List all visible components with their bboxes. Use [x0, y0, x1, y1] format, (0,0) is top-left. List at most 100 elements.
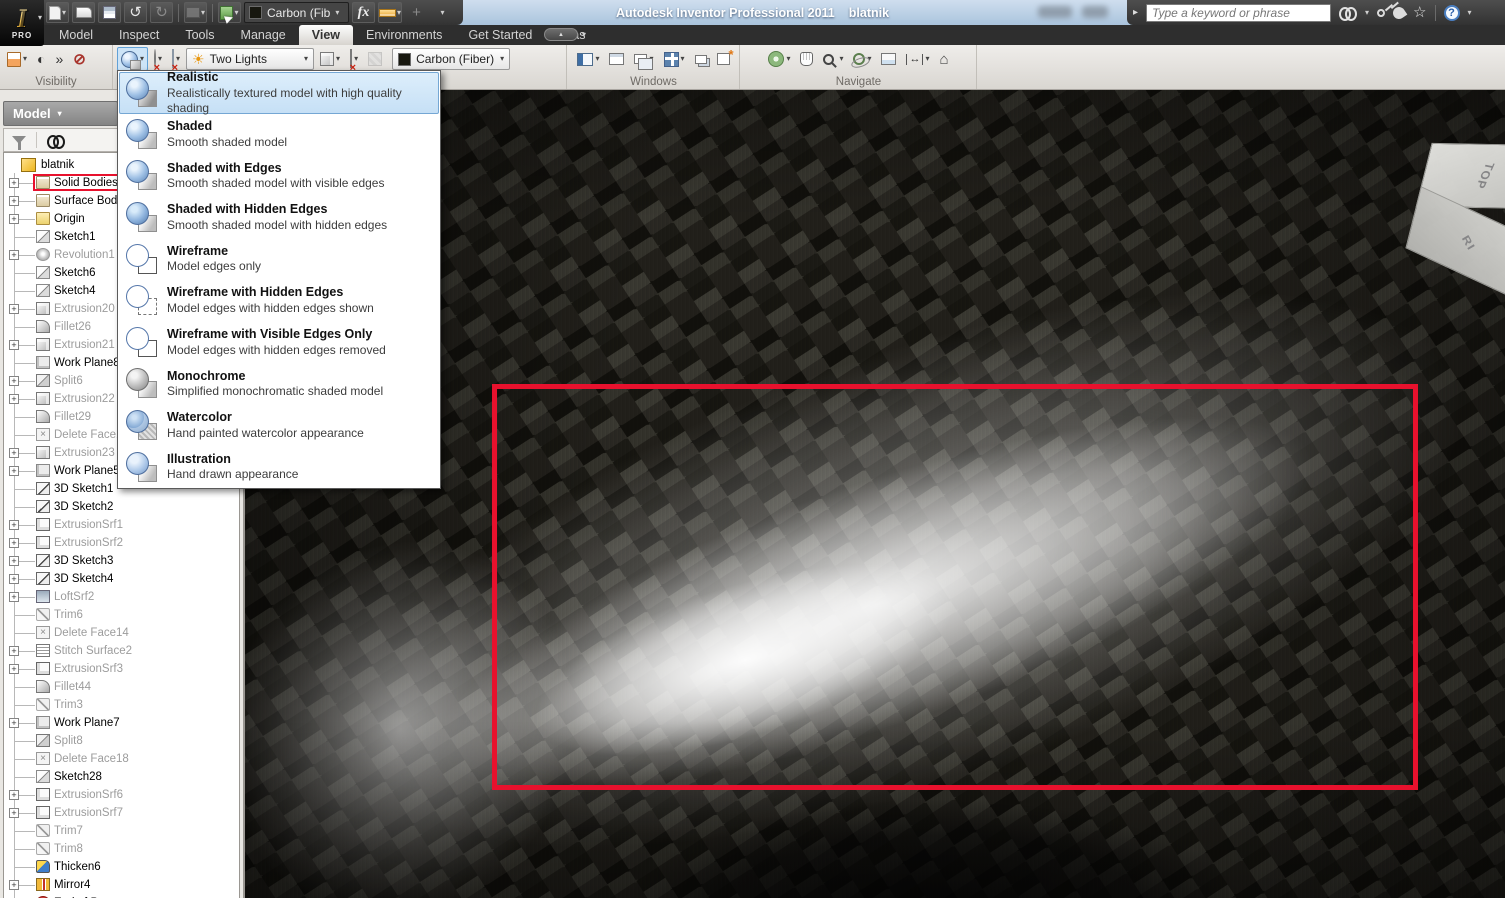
tree-item[interactable]: Split8 [4, 732, 239, 750]
minimize-ribbon-button[interactable]: ▲ [544, 28, 578, 41]
ribbon-tab[interactable]: View [299, 25, 353, 45]
expand-plus-icon[interactable] [9, 340, 19, 350]
new-window-button[interactable] [713, 47, 734, 71]
navigation-wheel-button[interactable]: ▾ [764, 47, 794, 71]
expand-plus-icon[interactable] [9, 376, 19, 386]
expand-plus-icon[interactable] [9, 592, 19, 602]
group-label-navigate[interactable]: Navigate [741, 76, 976, 88]
ribbon-tab[interactable]: Get Started [455, 25, 545, 45]
parameters-button[interactable]: fx [352, 2, 375, 23]
chevron-down-icon[interactable]: ▾ [786, 55, 790, 63]
home-view-button[interactable]: ⌂ [936, 47, 953, 71]
expand-plus-icon[interactable] [9, 250, 19, 260]
look-at-button[interactable] [877, 47, 900, 71]
tree-item[interactable]: Mirror4 [4, 876, 239, 894]
chevron-down-icon[interactable]: ▾ [201, 9, 205, 17]
qat-overflow-button[interactable]: ▾ [431, 2, 454, 23]
save-button[interactable] [98, 2, 121, 23]
visual-style-button[interactable]: ▾ [117, 47, 148, 71]
expand-plus-icon[interactable] [9, 466, 19, 476]
textured-button[interactable] [364, 47, 386, 71]
chevron-down-icon[interactable]: ▾ [62, 9, 66, 17]
zoom-button[interactable]: ▾ [819, 47, 847, 71]
measure-button[interactable]: ▾ [378, 2, 402, 23]
new-file-button[interactable]: ▾ [46, 2, 69, 23]
tree-item[interactable]: Trim8 [4, 840, 239, 858]
orbit-button[interactable]: ▾ [849, 47, 875, 71]
tree-item[interactable]: Trim3 [4, 696, 239, 714]
visual-style-menu-item[interactable]: Shaded with Hidden Edges Smooth shaded m… [119, 197, 439, 239]
visual-style-menu-item[interactable]: Realistic Realistically textured model w… [119, 72, 439, 114]
tree-item[interactable]: ExtrusionSrf7 [4, 804, 239, 822]
infocenter-collapse-icon[interactable]: ▸ [1133, 7, 1138, 18]
tree-item[interactable]: Trim6 [4, 606, 239, 624]
material-combo[interactable]: Carbon (Fiber) ▾ [392, 48, 510, 70]
expand-plus-icon[interactable] [9, 880, 19, 890]
chevron-down-icon[interactable]: ▾ [839, 55, 843, 63]
chevron-down-icon[interactable]: ▾ [1468, 9, 1472, 17]
chevron-down-icon[interactable]: ▾ [582, 31, 586, 39]
perspective-button[interactable]: ▾ [346, 47, 362, 71]
tree-item[interactable]: Stitch Surface2 [4, 642, 239, 660]
application-menu-button[interactable]: I PRO ▾ [0, 0, 44, 46]
tree-item[interactable]: Work Plane7 [4, 714, 239, 732]
group-label-windows[interactable]: Windows [568, 76, 739, 88]
tree-item[interactable]: Delete Face18 [4, 750, 239, 768]
filter-icon[interactable] [12, 136, 26, 144]
expand-plus-icon[interactable] [9, 790, 19, 800]
undo-button[interactable]: ↺ [124, 2, 147, 23]
chevron-down-icon[interactable]: ▾ [397, 9, 401, 17]
orthographic-button[interactable]: ▾ [316, 47, 344, 71]
tree-item[interactable]: End of Part [4, 894, 239, 898]
browser-header-button[interactable]: Model ▾ [3, 101, 118, 126]
expand-plus-icon[interactable] [9, 214, 19, 224]
chevron-down-icon[interactable]: ▾ [335, 9, 339, 17]
tree-item[interactable]: ExtrusionSrf1 [4, 516, 239, 534]
tile-windows-button[interactable]: ▾ [660, 47, 689, 71]
visual-style-menu-item[interactable]: Shaded Smooth shaded model [119, 114, 439, 156]
visual-style-menu-item[interactable]: Wireframe with Hidden Edges Model edges … [119, 280, 439, 322]
cascade-windows-button[interactable] [691, 47, 711, 71]
chevron-down-icon[interactable]: ▾ [595, 55, 599, 63]
expand-plus-icon[interactable] [9, 304, 19, 314]
tree-item[interactable]: Thicken6 [4, 858, 239, 876]
ribbon-tab[interactable]: Environments [353, 25, 455, 45]
clean-screen-button[interactable] [605, 47, 628, 71]
chevron-down-icon[interactable]: ▾ [500, 55, 504, 63]
ribbon-tab[interactable]: Tools [172, 25, 227, 45]
update-button[interactable]: ▾ [184, 2, 207, 23]
user-interface-button[interactable]: ▾ [573, 47, 603, 71]
iproperties-button[interactable]: ▾ [218, 2, 241, 23]
expand-plus-icon[interactable] [9, 574, 19, 584]
switch-windows-button[interactable]: ▾ [630, 47, 657, 71]
object-visibility-button[interactable]: ▾ [3, 47, 31, 71]
ribbon-tab[interactable]: Inspect [106, 25, 172, 45]
expand-plus-icon[interactable] [9, 718, 19, 728]
chevron-down-icon[interactable]: ▾ [336, 55, 340, 63]
reflections-button[interactable]: ▾ [168, 47, 184, 71]
chevron-down-icon[interactable]: ▾ [1365, 9, 1369, 17]
tree-item[interactable]: 3D Sketch4 [4, 570, 239, 588]
group-label-visibility[interactable]: Visibility [0, 76, 112, 88]
zoom-extents-button[interactable]: ↔▾ [902, 47, 933, 71]
lights-combo[interactable]: ☀ Two Lights ▾ [186, 48, 314, 70]
disable-visibility-button[interactable]: ⊘ [69, 47, 90, 71]
expand-plus-icon[interactable] [9, 808, 19, 818]
ribbon-tab[interactable]: Manage [228, 25, 299, 45]
help-icon[interactable]: ? [1444, 5, 1460, 21]
tree-item[interactable]: 3D Sketch2 [4, 498, 239, 516]
visual-style-menu-item[interactable]: Wireframe with Visible Edges Only Model … [119, 322, 439, 364]
expand-plus-icon[interactable] [9, 538, 19, 548]
visual-style-menu-item[interactable]: Illustration Hand drawn appearance [119, 446, 439, 488]
expand-plus-icon[interactable] [9, 394, 19, 404]
communication-center-icon[interactable] [1391, 4, 1408, 21]
tree-item[interactable]: Trim7 [4, 822, 239, 840]
tree-item[interactable]: ExtrusionSrf6 [4, 786, 239, 804]
chevron-down-icon[interactable]: ▾ [925, 55, 929, 63]
chevron-down-icon[interactable]: ▾ [304, 55, 308, 63]
chevron-down-icon[interactable]: ▾ [681, 55, 685, 63]
visual-style-menu-item[interactable]: Watercolor Hand painted watercolor appea… [119, 405, 439, 447]
appearance-quick-combo[interactable]: Carbon (Fib ▾ [244, 2, 349, 23]
open-button[interactable] [72, 2, 95, 23]
visual-style-menu-item[interactable]: Monochrome Simplified monochromatic shad… [119, 363, 439, 405]
